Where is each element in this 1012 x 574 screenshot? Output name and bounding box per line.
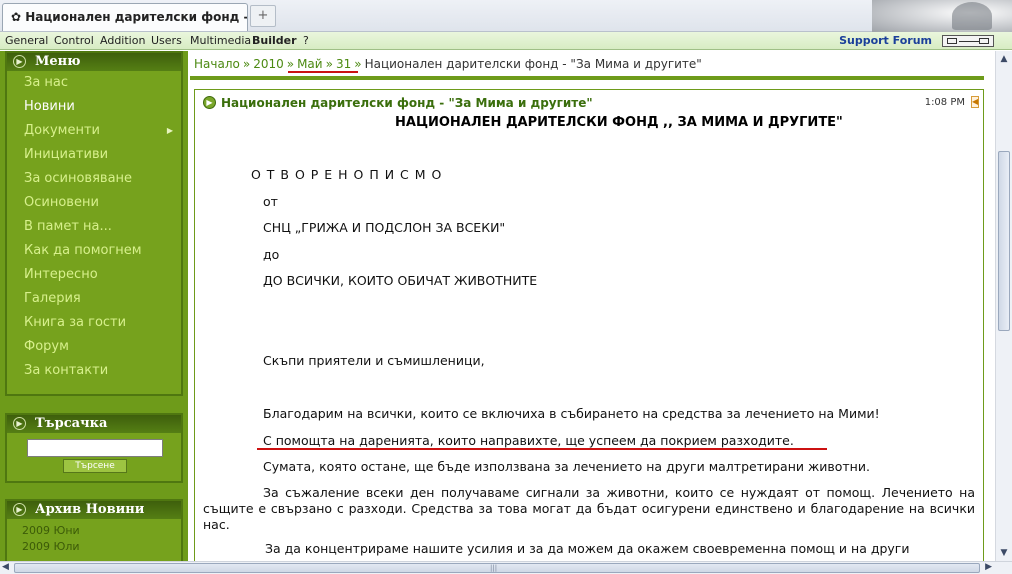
red-underline-annotation — [257, 448, 827, 450]
sidebar-item-initiatives[interactable]: Инициативи — [7, 143, 181, 167]
paragraph-remaining-sum: Сумата, която остане, ще бъде използвана… — [263, 459, 870, 474]
breadcrumb-separator: » — [354, 57, 362, 71]
collapse-arrow-icon[interactable]: ◀ — [971, 96, 979, 108]
main-content: Начало» 2010» Май» 31» Национален дарителски… — [190, 51, 995, 569]
letter-title: О Т В О Р Е Н О П И С М О — [251, 167, 443, 182]
sidebar-item-how-to-help[interactable]: Как да помогнем — [7, 239, 181, 263]
sidebar-item-gallery[interactable]: Галерия — [7, 287, 181, 311]
sidebar-item-contacts[interactable]: За контакти — [7, 359, 181, 383]
slider-knob-left[interactable] — [947, 38, 957, 44]
resize-slider[interactable] — [942, 35, 994, 47]
to-recipients: ДО ВСИЧКИ, КОИТО ОБИЧАТ ЖИВОТНИТЕ — [263, 273, 538, 288]
scroll-grip-icon: ||| — [490, 564, 498, 572]
menu-box-header: ▶ Меню — [7, 53, 181, 71]
browser-tab-strip: ✿ Национален дарителски фонд - "З... + — [0, 0, 1012, 32]
archive-box-header: ▶ Архив Новини — [7, 501, 181, 519]
sidebar-item-forum[interactable]: Форум — [7, 335, 181, 359]
archive-item[interactable]: 2009 Юни — [7, 523, 181, 539]
search-box: ▶ Търсачка Търсене — [5, 413, 183, 483]
menu-users[interactable]: Users — [151, 34, 182, 47]
search-button[interactable]: Търсене — [63, 459, 127, 473]
browser-tab[interactable]: ✿ Национален дарителски фонд - "З... — [2, 3, 248, 31]
circle-arrow-icon: ▶ — [203, 96, 216, 109]
cat-image-detail — [952, 2, 992, 30]
circle-arrow-icon: ▶ — [13, 503, 26, 516]
paragraph-donations: С помощта на даренията, които направихте… — [263, 433, 794, 448]
plus-icon: + — [257, 8, 269, 23]
left-sidebar: ▶ Меню За нас Новини Документи ▶ Инициат… — [0, 51, 188, 574]
menu-addition[interactable]: Addition — [100, 34, 145, 47]
sidebar-item-adopted[interactable]: Осиновени — [7, 191, 181, 215]
breadcrumb-separator: » — [286, 57, 295, 71]
article-panel: ▶ Национален дарителски фонд - "За Мима … — [194, 89, 984, 569]
menu-builder[interactable]: Builder — [252, 34, 297, 47]
breadcrumb-divider — [190, 76, 984, 80]
sidebar-item-documents[interactable]: Документи ▶ — [7, 119, 181, 143]
menu-general[interactable]: General — [5, 34, 48, 47]
red-underline-annotation — [288, 71, 358, 73]
browser-tab-title: Национален дарителски фонд - "З... — [25, 10, 247, 24]
menu-box-title: Меню — [35, 54, 81, 69]
archive-list: 2009 Юни 2009 Юли — [7, 519, 181, 555]
vertical-scrollbar[interactable]: ▲ ▼ — [995, 51, 1012, 561]
menu-multimedia[interactable]: Multimedia — [190, 34, 251, 47]
from-label: от — [263, 194, 278, 209]
breadcrumb: Начало» 2010» Май» 31» Национален дарителски… — [194, 57, 702, 71]
new-tab-button[interactable]: + — [250, 5, 276, 27]
horizontal-scrollbar[interactable]: ◀ ||| ▶ — [0, 561, 1012, 574]
search-box-title: Търсачка — [35, 416, 108, 431]
breadcrumb-separator: » — [242, 57, 251, 71]
sidebar-item-news[interactable]: Новини — [7, 95, 181, 119]
breadcrumb-home[interactable]: Начало — [194, 57, 240, 71]
article-heading: НАЦИОНАЛЕН ДАРИТЕЛСКИ ФОНД ,, ЗА МИМА И … — [395, 115, 843, 130]
breadcrumb-year[interactable]: 2010 — [253, 57, 284, 71]
support-forum-link[interactable]: Support Forum — [839, 34, 932, 47]
sidebar-item-interesting[interactable]: Интересно — [7, 263, 181, 287]
paw-icon: ✿ — [11, 10, 22, 24]
menu-control[interactable]: Control — [54, 34, 94, 47]
search-input[interactable] — [27, 439, 163, 457]
breadcrumb-day[interactable]: 31 — [336, 57, 351, 71]
menu-help[interactable]: ? — [303, 34, 309, 47]
archive-box-title: Архив Новини — [35, 502, 145, 517]
menu-box: ▶ Меню За нас Новини Документи ▶ Инициат… — [5, 51, 183, 396]
circle-arrow-icon: ▶ — [13, 417, 26, 430]
scroll-down-icon[interactable]: ▼ — [997, 546, 1011, 560]
greeting: Скъпи приятели и съмишленици, — [263, 353, 485, 368]
breadcrumb-current: Национален дарителски фонд - "За Мима и … — [364, 57, 702, 71]
breadcrumb-month[interactable]: Май — [297, 57, 323, 71]
to-label: до — [263, 247, 280, 262]
vertical-scroll-thumb[interactable] — [998, 151, 1010, 331]
article-title[interactable]: Национален дарителски фонд - "За Мима и … — [221, 96, 593, 110]
slider-bar — [959, 41, 979, 42]
article-time: 1:08 PM — [924, 97, 965, 108]
sidebar-item-label: Документи — [24, 123, 100, 138]
admin-menubar: General Control Addition Users Multimedi… — [0, 32, 1012, 50]
search-box-header: ▶ Търсачка — [7, 415, 181, 433]
slider-knob-right[interactable] — [979, 38, 989, 44]
scroll-right-icon[interactable]: ▶ — [985, 562, 992, 572]
chevron-right-icon: ▶ — [166, 126, 173, 135]
paragraph-signals: За съжаление всеки ден получаваме сигнал… — [203, 485, 975, 532]
scroll-left-icon[interactable]: ◀ — [2, 562, 9, 572]
breadcrumb-separator: » — [325, 57, 333, 71]
sidebar-item-about[interactable]: За нас — [7, 71, 181, 95]
sidebar-item-guestbook[interactable]: Книга за гости — [7, 311, 181, 335]
sidebar-item-memory[interactable]: В памет на... — [7, 215, 181, 239]
sidebar-item-adoption[interactable]: За осиновяване — [7, 167, 181, 191]
paragraph-thanks: Благодарим на всички, които се включиха … — [263, 406, 880, 421]
archive-item[interactable]: 2009 Юли — [7, 539, 181, 555]
scroll-up-icon[interactable]: ▲ — [997, 52, 1011, 66]
from-organization: СНЦ „ГРИЖА И ПОДСЛОН ЗА ВСЕКИ" — [263, 220, 506, 235]
circle-arrow-icon: ▶ — [13, 55, 26, 68]
cat-banner-image — [872, 0, 1012, 32]
paragraph-concentrate: За да концентрираме нашите усилия и за д… — [265, 541, 910, 556]
